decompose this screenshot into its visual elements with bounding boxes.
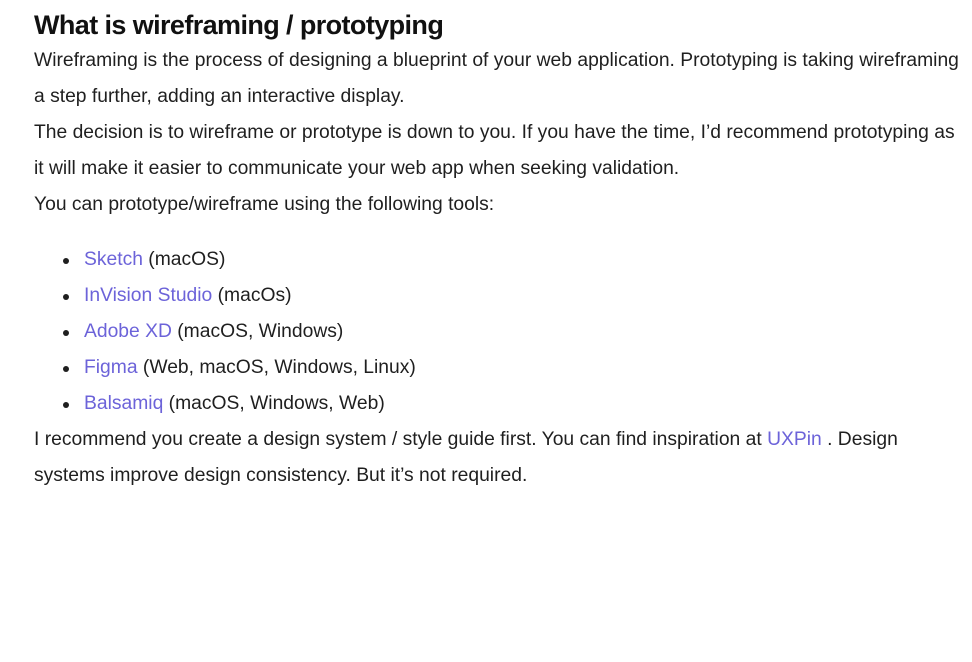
tool-platforms: (macOS, Windows, Web) [163,393,385,414]
tool-platforms: (macOS) [142,249,226,270]
list-item: Adobe XD (macOS, Windows) [34,314,959,350]
tool-platforms: (macOs) [212,285,292,306]
paragraph-decision: The decision is to wireframe or prototyp… [34,122,955,179]
bullet-icon [63,294,69,300]
paragraph-tools-intro: You can prototype/wireframe using the fo… [34,194,495,215]
bullet-icon [63,330,69,336]
bullet-icon [63,258,69,264]
article-body: What is wireframing / prototyping Wirefr… [34,0,959,494]
bullet-icon [63,366,69,372]
section-heading: What is wireframing / prototyping [34,10,444,40]
tools-list: Sketch (macOS) InVision Studio (macOs) A… [34,242,959,422]
recommend-text-before: I recommend you create a design system /… [34,429,768,450]
list-item: Figma (Web, macOS, Windows, Linux) [34,350,959,386]
uxpin-link[interactable]: UXPin [767,429,822,450]
paragraph-recommend: I recommend you create a design system /… [34,422,959,494]
tool-platforms: (macOS, Windows) [171,321,344,342]
tool-link-figma[interactable]: Figma [84,357,138,378]
list-item: InVision Studio (macOs) [34,278,959,314]
bullet-icon [63,402,69,408]
tool-link-adobe-xd[interactable]: Adobe XD [84,321,172,342]
paragraph-intro: Wireframing is the process of designing … [34,50,959,107]
tool-link-invision-studio[interactable]: InVision Studio [84,285,212,306]
tool-platforms: (Web, macOS, Windows, Linux) [137,357,416,378]
tool-link-balsamiq[interactable]: Balsamiq [84,393,163,414]
tool-link-sketch[interactable]: Sketch [84,249,143,270]
list-item: Sketch (macOS) [34,242,959,278]
list-item: Balsamiq (macOS, Windows, Web) [34,386,959,422]
